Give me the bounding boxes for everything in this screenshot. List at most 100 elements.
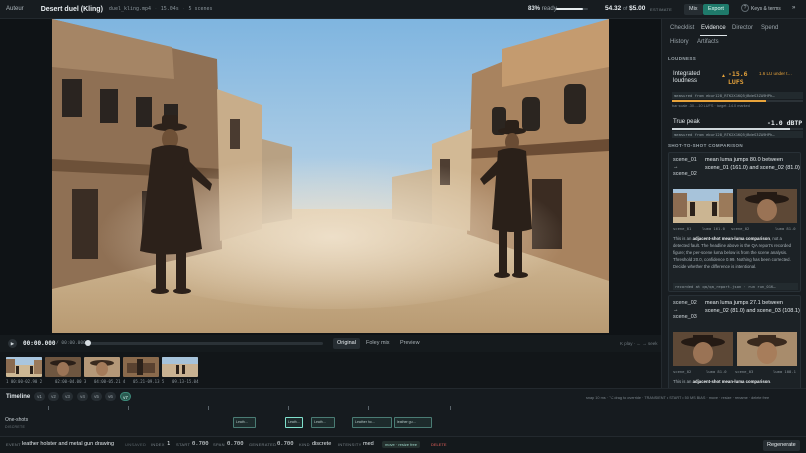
kind-value[interactable]: discrete xyxy=(312,441,331,447)
collapse-panel-icon[interactable]: » xyxy=(792,5,795,11)
tab-artifacts[interactable]: Artifacts xyxy=(697,39,719,45)
scene-range-label: 1 00:00-02.90 2 xyxy=(6,379,43,384)
scene-thumb-4[interactable] xyxy=(123,357,159,377)
comparison-thumbs xyxy=(673,189,798,223)
scene-b-image xyxy=(737,189,797,223)
integrated-loudness-value: -15.6 LUFS xyxy=(728,70,748,86)
version-v7[interactable]: v7 xyxy=(120,392,131,401)
video-viewer xyxy=(0,19,661,335)
version-v3[interactable]: v3 xyxy=(62,392,73,401)
mix-button[interactable]: Mix xyxy=(684,4,703,15)
comparison-card[interactable]: scene_02 → scene_03 mean luma jumps 27.1… xyxy=(668,295,801,388)
loudness-scale-note: bar scale -30...-10 LUFS · target -14.0 … xyxy=(672,104,750,108)
sound-clip[interactable]: leather gu… xyxy=(394,417,432,428)
start-value[interactable]: 0.700 xyxy=(192,441,209,447)
scene-a-image xyxy=(673,332,733,366)
tab-spend[interactable]: Spend xyxy=(761,25,778,31)
generated-key: GENERATED xyxy=(249,442,277,447)
video-frame[interactable] xyxy=(52,19,609,333)
scene-range-label: 04:00-05.21 4 xyxy=(94,379,126,384)
version-v5[interactable]: v5 xyxy=(91,392,102,401)
scene-thumb-3[interactable] xyxy=(84,357,120,377)
scene-thumb-image xyxy=(45,357,81,377)
scene-a-thumb[interactable] xyxy=(673,189,733,223)
regenerate-button[interactable]: Regenerate xyxy=(763,440,800,451)
scene-b-thumb[interactable] xyxy=(737,332,797,366)
readiness: 83% ready xyxy=(528,6,557,12)
warning-icon: ▲ xyxy=(721,73,726,79)
comparison-explanation: This is an adjacent-shot mean-luma compa… xyxy=(673,378,798,385)
transport-bar: ▶ 00:00.000 / 00:00.000 Original Foley m… xyxy=(0,335,661,352)
save-state: UNSAVED xyxy=(125,442,147,447)
loudness-delta: 1.6 LU under t… xyxy=(759,71,793,76)
divider: · xyxy=(155,6,157,12)
index-value: 1 xyxy=(167,441,171,447)
tab-preview[interactable]: Preview xyxy=(396,338,424,349)
explanation-intro: This is an xyxy=(673,236,692,241)
version-v6[interactable]: v6 xyxy=(105,392,116,401)
scene-thumb-5[interactable] xyxy=(162,357,198,377)
event-name[interactable]: leather holster and metal gun drawing xyxy=(22,441,114,447)
total-timecode: / 00:00.000 xyxy=(56,341,86,346)
keys-terms-link[interactable]: Keys & terms xyxy=(751,6,781,12)
scrub-bar[interactable] xyxy=(86,342,323,345)
scene-b-caption: scene_02 xyxy=(731,226,750,231)
scene-thumb-image xyxy=(123,357,159,377)
cost-used: 54.32 xyxy=(605,5,622,12)
scene-range-label: 09.13-15.04 xyxy=(172,379,199,384)
tab-history[interactable]: History xyxy=(670,39,689,45)
version-v1[interactable]: v1 xyxy=(34,392,45,401)
tab-original[interactable]: Original xyxy=(333,338,360,349)
scene-a-thumb[interactable] xyxy=(673,332,733,366)
delete-button[interactable]: DELETE xyxy=(431,442,447,447)
inspector-panel: Checklist Evidence Director Spend Histor… xyxy=(661,19,806,388)
version-v2[interactable]: v2 xyxy=(48,392,59,401)
estimate-label: ESTIMATE xyxy=(650,7,673,12)
track-label: One-shots xyxy=(5,417,29,423)
scene-a-luma: luma 161.0 xyxy=(702,226,725,231)
ruler-tick xyxy=(48,406,49,410)
comparison-section-title: SHOT-TO-SHOT COMPARISON xyxy=(668,143,744,148)
version-v4[interactable]: v4 xyxy=(77,392,88,401)
scene-count: 5 scenes xyxy=(188,6,213,12)
edit-mode-badge: move · resize free xyxy=(382,441,421,448)
tab-checklist[interactable]: Checklist xyxy=(670,25,694,31)
top-bar: Auteur Desert duel (Kling) duel_kling.mp… xyxy=(0,0,806,19)
sound-clip[interactable]: Leath… xyxy=(233,417,256,428)
tab-foley-mix[interactable]: Foley mix xyxy=(362,338,394,349)
readiness-bar xyxy=(556,8,588,10)
help-icon[interactable]: ? xyxy=(741,4,749,12)
scene-b-luma: luma 108.1 xyxy=(773,369,796,374)
ruler-tick xyxy=(450,406,451,410)
sound-clip-selected[interactable]: Leath… xyxy=(285,417,303,428)
scene-a-image xyxy=(673,189,733,223)
ruler-tick xyxy=(288,406,289,410)
sound-clip[interactable]: Leather ho… xyxy=(352,417,392,428)
time-ruler[interactable] xyxy=(30,406,806,412)
start-key: START xyxy=(176,442,191,447)
scene-thumb-2[interactable] xyxy=(45,357,81,377)
app-brand[interactable]: Auteur xyxy=(6,6,24,12)
span-value[interactable]: 0.700 xyxy=(227,441,244,447)
scene-thumb-image xyxy=(84,357,120,377)
scene-range-label: 02:00-04.00 3 xyxy=(55,379,87,384)
loudness-section-title: LOUDNESS xyxy=(668,56,697,61)
true-peak-bar-fill xyxy=(672,128,790,130)
sound-clip[interactable]: Leath… xyxy=(311,417,335,428)
true-peak-bar xyxy=(672,128,803,130)
comparison-card[interactable]: scene_01 → scene_02 mean luma jumps 80.0… xyxy=(668,152,801,292)
scene-thumb-1[interactable] xyxy=(6,357,42,377)
tab-evidence[interactable]: Evidence xyxy=(701,25,726,31)
tab-director[interactable]: Director xyxy=(732,25,753,31)
scene-strip: 1 00:00-02.90 2 02:00-04.00 3 04:00-05.2… xyxy=(0,352,661,388)
playhead-handle[interactable] xyxy=(85,340,91,346)
play-icon[interactable]: ▶ xyxy=(8,339,17,348)
intensity-key: INTENSITY xyxy=(338,442,362,447)
export-button[interactable]: Export xyxy=(703,4,729,15)
intensity-value[interactable]: med xyxy=(363,441,374,447)
true-peak-value: -1.0 dBTP xyxy=(767,119,803,127)
scene-b-thumb[interactable] xyxy=(737,189,797,223)
snap-hint: snap 10 ms · ⌥ drag to override · TRANSI… xyxy=(586,396,770,400)
generated-value: 0.700 xyxy=(277,441,294,447)
active-tab-indicator xyxy=(700,35,727,36)
